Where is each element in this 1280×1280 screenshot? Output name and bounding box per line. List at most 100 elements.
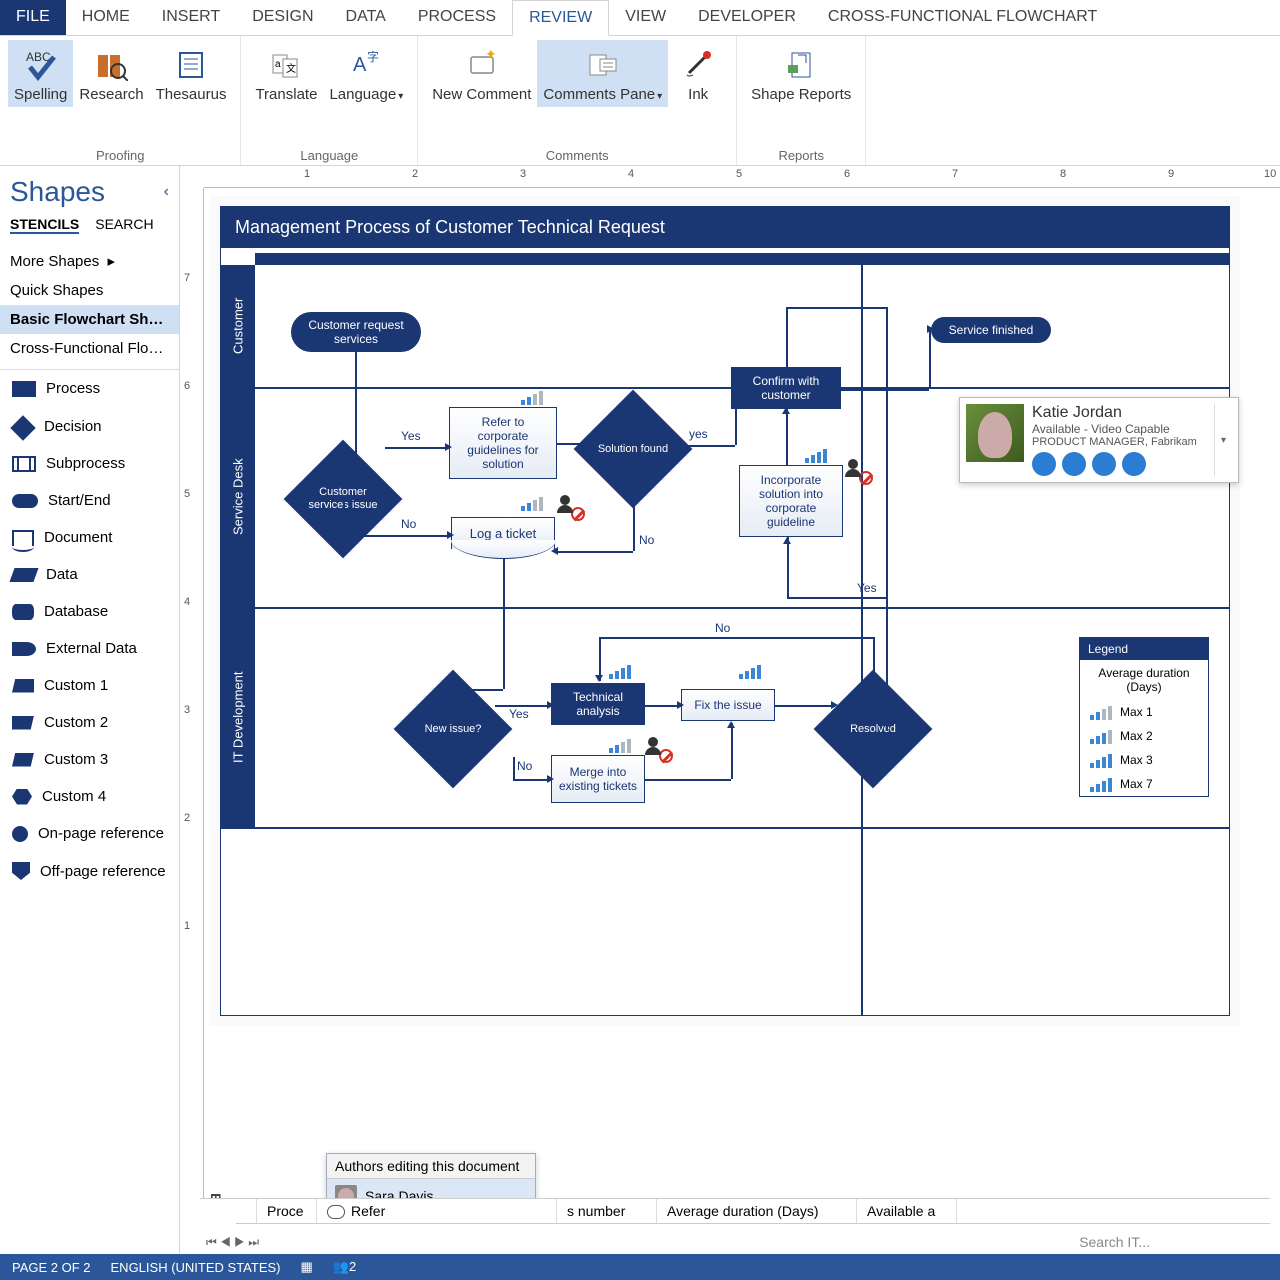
data-window[interactable]: Proce Refer s number Average duration (D… bbox=[200, 1198, 1270, 1254]
node-finish[interactable]: Service finished bbox=[931, 317, 1051, 343]
node-resolved[interactable]: Resolved bbox=[831, 687, 915, 771]
shape-document[interactable]: Document bbox=[0, 519, 179, 556]
node-log[interactable]: Log a ticket bbox=[451, 517, 555, 549]
shapes-panel: Shapes‹ STENCILS SEARCH More Shapes ▸ Qu… bbox=[0, 166, 180, 1254]
status-language[interactable]: ENGLISH (UNITED STATES) bbox=[111, 1260, 281, 1275]
basic-flowchart-stencil[interactable]: Basic Flowchart Sha... bbox=[0, 305, 179, 334]
lane-itdev[interactable]: IT Development bbox=[221, 607, 255, 827]
ruler-horizontal: 12345678910 bbox=[204, 166, 1280, 188]
bars-icon bbox=[609, 737, 631, 753]
svg-text:文: 文 bbox=[286, 62, 296, 75]
tab-review[interactable]: REVIEW bbox=[512, 0, 609, 36]
shape-reports-button[interactable]: Shape Reports bbox=[745, 40, 857, 107]
group-label-language: Language bbox=[300, 148, 358, 163]
node-confirm[interactable]: Confirm with customer bbox=[731, 367, 841, 409]
bars-icon bbox=[739, 663, 761, 679]
shape-externaldata[interactable]: External Data bbox=[0, 630, 179, 667]
avatar bbox=[966, 404, 1024, 462]
chat-icon[interactable] bbox=[1032, 452, 1056, 476]
legend[interactable]: Legend Average duration (Days) Max 1 Max… bbox=[1079, 637, 1209, 797]
legend-item: Max 7 bbox=[1080, 772, 1208, 796]
sheet-nav[interactable]: ⏮ ◀ ▶ ⏭ bbox=[206, 1235, 259, 1250]
tab-process[interactable]: PROCESS bbox=[402, 0, 512, 35]
ink-button[interactable]: Ink bbox=[668, 40, 728, 107]
contact-card[interactable]: Katie Jordan Available - Video Capable P… bbox=[959, 397, 1239, 483]
comments-pane-button[interactable]: Comments Pane bbox=[537, 40, 668, 107]
shape-custom4[interactable]: Custom 4 bbox=[0, 778, 179, 815]
call-icon[interactable] bbox=[1062, 452, 1086, 476]
phase-bar bbox=[255, 253, 1229, 265]
shape-offpage[interactable]: Off-page reference bbox=[0, 852, 179, 890]
flowchart[interactable]: Management Process of Customer Technical… bbox=[220, 206, 1230, 1016]
col[interactable]: Average duration (Days) bbox=[657, 1199, 857, 1223]
group-label-proofing: Proofing bbox=[96, 148, 144, 163]
shape-decision[interactable]: Decision bbox=[0, 407, 179, 445]
research-button[interactable]: Research bbox=[73, 40, 149, 107]
tab-cff[interactable]: CROSS-FUNCTIONAL FLOWCHART bbox=[812, 0, 1113, 35]
ruler-vertical: 7654321 bbox=[180, 188, 204, 1254]
shape-subprocess[interactable]: Subprocess bbox=[0, 445, 179, 482]
node-fix[interactable]: Fix the issue bbox=[681, 689, 775, 721]
col[interactable]: Refer bbox=[317, 1199, 557, 1223]
spelling-button[interactable]: ABCSpelling bbox=[8, 40, 73, 107]
shape-custom2[interactable]: Custom 2 bbox=[0, 704, 179, 741]
coauthors-icon[interactable]: 👥2 bbox=[333, 1259, 356, 1275]
tab-view[interactable]: VIEW bbox=[609, 0, 682, 35]
tab-data[interactable]: DATA bbox=[330, 0, 402, 35]
thesaurus-button[interactable]: Thesaurus bbox=[150, 40, 233, 107]
mail-icon[interactable] bbox=[1122, 452, 1146, 476]
stencils-tab[interactable]: STENCILS bbox=[10, 216, 79, 234]
new-comment-button[interactable]: ✦New Comment bbox=[426, 40, 537, 107]
node-refer[interactable]: Refer to corporate guidelines for soluti… bbox=[449, 407, 557, 479]
contact-expand-icon[interactable]: ▾ bbox=[1214, 404, 1232, 476]
macro-icon[interactable]: ▦ bbox=[301, 1259, 313, 1275]
quick-shapes[interactable]: Quick Shapes bbox=[0, 276, 179, 305]
more-shapes[interactable]: More Shapes ▸ bbox=[0, 246, 179, 276]
lane-customer[interactable]: Customer bbox=[221, 265, 255, 387]
tab-developer[interactable]: DEVELOPER bbox=[682, 0, 812, 35]
shape-custom3[interactable]: Custom 3 bbox=[0, 741, 179, 778]
lane-servicedesk[interactable]: Service Desk bbox=[221, 387, 255, 607]
video-icon[interactable] bbox=[1092, 452, 1116, 476]
status-page[interactable]: PAGE 2 OF 2 bbox=[12, 1260, 91, 1275]
tab-file[interactable]: FILE bbox=[0, 0, 66, 35]
contact-name: Katie Jordan bbox=[1032, 404, 1206, 422]
link-column bbox=[236, 1199, 257, 1223]
group-reports: Shape Reports Reports bbox=[737, 36, 866, 165]
col[interactable]: Proce bbox=[257, 1199, 317, 1223]
node-merge[interactable]: Merge into existing tickets bbox=[551, 755, 645, 803]
tab-design[interactable]: DESIGN bbox=[236, 0, 329, 35]
search-shapes-tab[interactable]: SEARCH bbox=[95, 216, 153, 234]
node-solution[interactable]: Solution found bbox=[591, 407, 675, 491]
sheet-search[interactable]: Search IT... bbox=[1079, 1234, 1150, 1250]
shapes-title: Shapes‹ bbox=[0, 172, 179, 212]
drawing-canvas[interactable]: 12345678910 7654321 Management Process o… bbox=[180, 166, 1280, 1254]
group-label-comments: Comments bbox=[546, 148, 609, 163]
col[interactable]: s number bbox=[557, 1199, 657, 1223]
translate-button[interactable]: a文Translate bbox=[249, 40, 323, 107]
node-start[interactable]: Customer request services bbox=[291, 312, 421, 352]
shape-process[interactable]: Process bbox=[0, 370, 179, 407]
tab-insert[interactable]: INSERT bbox=[146, 0, 236, 35]
col[interactable]: Available a bbox=[857, 1199, 957, 1223]
group-language: a文Translate A字Language Language bbox=[241, 36, 418, 165]
group-comments: ✦New Comment Comments Pane Ink Comments bbox=[418, 36, 737, 165]
shape-onpage[interactable]: On-page reference bbox=[0, 815, 179, 852]
authors-title: Authors editing this document bbox=[327, 1154, 535, 1179]
shape-custom1[interactable]: Custom 1 bbox=[0, 667, 179, 704]
shape-startend[interactable]: Start/End bbox=[0, 482, 179, 519]
diagram-title: Management Process of Customer Technical… bbox=[221, 207, 1229, 248]
legend-subtitle: Average duration (Days) bbox=[1080, 660, 1208, 700]
shape-data[interactable]: Data bbox=[0, 556, 179, 593]
cff-stencil[interactable]: Cross-Functional Flow... bbox=[0, 334, 179, 363]
node-incorporate[interactable]: Incorporate solution into corporate guid… bbox=[739, 465, 843, 537]
node-tech[interactable]: Technical analysis bbox=[551, 683, 645, 725]
legend-item: Max 2 bbox=[1080, 724, 1208, 748]
person-blocked-icon bbox=[645, 737, 667, 759]
tab-home[interactable]: HOME bbox=[66, 0, 146, 35]
node-newissue[interactable]: New issue? bbox=[411, 687, 495, 771]
svg-text:a: a bbox=[275, 59, 281, 70]
collapse-panel-icon[interactable]: ‹ bbox=[164, 183, 169, 201]
shape-database[interactable]: Database bbox=[0, 593, 179, 630]
language-button[interactable]: A字Language bbox=[323, 40, 409, 107]
